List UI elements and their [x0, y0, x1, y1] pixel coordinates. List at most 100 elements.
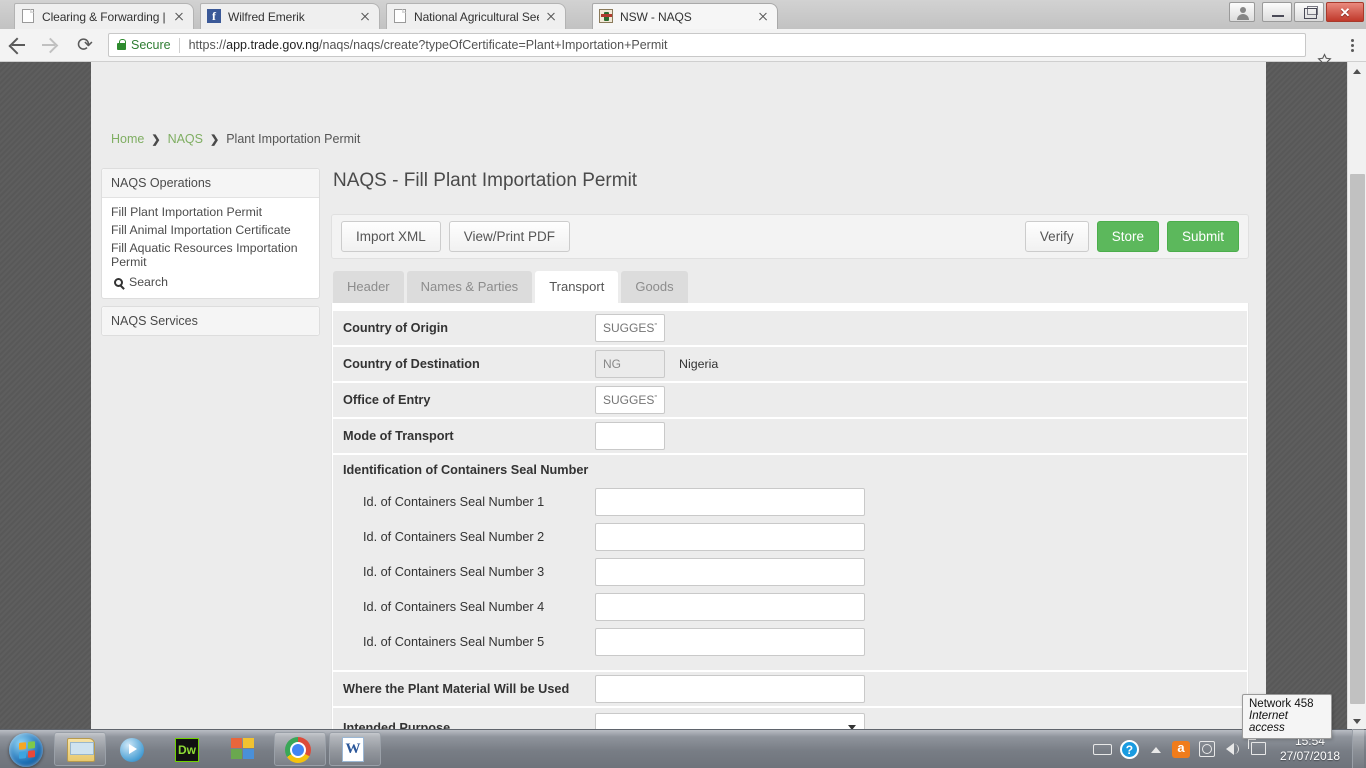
- browser-tab-4-active[interactable]: NSW - NAQS: [592, 3, 778, 29]
- chrome-menu-icon[interactable]: [1338, 37, 1366, 54]
- show-desktop-button[interactable]: [1352, 729, 1364, 768]
- verify-button[interactable]: Verify: [1024, 221, 1089, 252]
- picture-viewer-icon: [231, 738, 256, 761]
- taskbar-item-microsoft-word[interactable]: [329, 732, 381, 766]
- close-tab-icon[interactable]: [357, 9, 373, 25]
- browser-tab-3[interactable]: National Agricultural See: [386, 3, 566, 29]
- sidebar-item-fill-aquatic-resources-importation-permit[interactable]: Fill Aquatic Resources Importation Permi…: [102, 239, 319, 271]
- field-row-container-seal-3: Id. of Containers Seal Number 3: [343, 555, 1237, 589]
- taskbar-item-picture-viewer[interactable]: [219, 732, 271, 766]
- field-label: Id. of Containers Seal Number 3: [363, 565, 545, 579]
- taskbar: Dw ? 15:54 27/07/2018: [0, 729, 1366, 768]
- user-profile-button[interactable]: [1229, 2, 1255, 22]
- start-button[interactable]: [3, 731, 51, 768]
- network-tooltip: Network 458 Internet access: [1242, 694, 1332, 739]
- field-label: Id. of Containers Seal Number 2: [363, 530, 545, 544]
- network-icon[interactable]: [1246, 737, 1272, 761]
- action-toolbar: Import XML View/Print PDF Verify Store S…: [331, 214, 1249, 259]
- search-icon: [114, 277, 123, 287]
- sidebar-panel-services[interactable]: NAQS Services: [101, 306, 320, 336]
- antivirus-icon[interactable]: [1168, 737, 1194, 761]
- field-row-container-seal-1: Id. of Containers Seal Number 1: [343, 485, 1237, 519]
- tab-transport[interactable]: Transport: [535, 271, 619, 303]
- browser-tab-title: Wilfred Emerik: [228, 9, 305, 24]
- windows-logo-icon: [19, 740, 35, 759]
- window-controls: ✕: [1227, 1, 1364, 23]
- show-hidden-icons-icon[interactable]: [1142, 737, 1168, 761]
- chrome-icon: [285, 737, 311, 763]
- volume-icon[interactable]: [1220, 737, 1246, 761]
- where-plant-material-will-be-used-input[interactable]: [595, 675, 865, 703]
- country-of-origin-input[interactable]: [595, 314, 665, 342]
- breadcrumb: Home ❯ NAQS ❯ Plant Importation Permit: [111, 132, 360, 146]
- sidebar-item-search[interactable]: Search: [102, 271, 319, 291]
- field-row-container-seal-2: Id. of Containers Seal Number 2: [343, 520, 1237, 554]
- url-scheme: https://: [188, 38, 227, 52]
- field-row-intended-purpose: Intended Purpose: [333, 708, 1247, 729]
- scroll-up-arrow-icon[interactable]: [1348, 62, 1366, 79]
- breadcrumb-naqs[interactable]: NAQS: [168, 132, 203, 146]
- browser-tab-2[interactable]: f Wilfred Emerik: [200, 3, 380, 29]
- field-row-where-plant-material-used: Where the Plant Material Will be Used: [333, 672, 1247, 706]
- sidebar-item-fill-plant-importation-permit[interactable]: Fill Plant Importation Permit: [102, 203, 319, 221]
- reload-button[interactable]: ⟳: [68, 29, 102, 62]
- container-seal-number-2-input[interactable]: [595, 523, 865, 551]
- import-xml-button[interactable]: Import XML: [341, 221, 441, 252]
- sidebar-heading-services: NAQS Services: [102, 307, 319, 335]
- taskbar-item-file-explorer[interactable]: [54, 732, 106, 766]
- keyboard-icon[interactable]: [1090, 737, 1116, 761]
- media-player-icon: [120, 738, 144, 762]
- close-tab-icon[interactable]: [755, 9, 771, 25]
- scrollbar-thumb[interactable]: [1350, 174, 1365, 704]
- store-button[interactable]: Store: [1096, 221, 1159, 252]
- word-icon: [342, 737, 364, 762]
- tab-goods[interactable]: Goods: [621, 271, 688, 303]
- facebook-icon: f: [207, 9, 221, 24]
- minimize-button[interactable]: [1262, 2, 1292, 22]
- sidebar-panel-operations: NAQS Operations Fill Plant Importation P…: [101, 168, 320, 299]
- scroll-down-arrow-icon[interactable]: [1348, 712, 1366, 729]
- tooltip-line-2: Internet access: [1249, 710, 1288, 734]
- container-seal-number-5-input[interactable]: [595, 628, 865, 656]
- main-content: NAQS - Fill Plant Importation Permit Imp…: [331, 170, 1249, 729]
- taskbar-item-windows-media-player[interactable]: [109, 732, 161, 766]
- country-of-destination-input[interactable]: [595, 350, 665, 378]
- field-label: Intended Purpose: [343, 721, 451, 729]
- taskbar-item-dreamweaver[interactable]: Dw: [164, 732, 216, 766]
- container-seal-number-1-input[interactable]: [595, 488, 865, 516]
- back-button[interactable]: [0, 29, 34, 62]
- close-tab-icon[interactable]: [543, 9, 559, 25]
- containers-seal-number-group: Identification of Containers Seal Number…: [333, 455, 1247, 670]
- breadcrumb-home[interactable]: Home: [111, 132, 144, 146]
- container-seal-number-3-input[interactable]: [595, 558, 865, 586]
- omnibox-divider: [178, 37, 180, 53]
- view-print-pdf-button[interactable]: View/Print PDF: [448, 221, 571, 252]
- coat-of-arms-icon: [599, 9, 613, 24]
- taskbar-item-google-chrome[interactable]: [274, 732, 326, 766]
- mode-of-transport-input[interactable]: [595, 422, 665, 450]
- close-tab-icon[interactable]: [171, 9, 187, 25]
- address-bar[interactable]: Secure https://app.trade.gov.ng/naqs/naq…: [108, 33, 1306, 57]
- restore-button[interactable]: [1294, 2, 1324, 22]
- field-row-container-seal-4: Id. of Containers Seal Number 4: [343, 590, 1237, 624]
- browser-toolbar: ⟳ Secure https://app.trade.gov.ng/naqs/n…: [0, 29, 1366, 67]
- field-label: Id. of Containers Seal Number 4: [363, 600, 545, 614]
- sidebar-operations-list: Fill Plant Importation Permit Fill Anima…: [102, 198, 319, 298]
- intended-purpose-select[interactable]: [595, 713, 865, 729]
- container-seal-number-4-input[interactable]: [595, 593, 865, 621]
- help-icon[interactable]: ?: [1116, 737, 1142, 761]
- page-scrollbar-vertical[interactable]: [1347, 62, 1366, 729]
- tab-header[interactable]: Header: [333, 271, 404, 303]
- browser-tab-1[interactable]: Clearing & Forwarding | T: [14, 3, 194, 29]
- field-label: Country of Origin: [343, 321, 449, 335]
- action-center-icon[interactable]: [1194, 737, 1220, 761]
- sidebar-item-fill-animal-importation-certificate[interactable]: Fill Animal Importation Certificate: [102, 221, 319, 239]
- office-of-entry-input[interactable]: [595, 386, 665, 414]
- url-host: app.trade.gov.ng: [226, 38, 320, 52]
- close-window-button[interactable]: ✕: [1326, 2, 1364, 22]
- forward-button[interactable]: [34, 29, 68, 62]
- tab-names-and-parties[interactable]: Names & Parties: [406, 271, 533, 303]
- submit-button[interactable]: Submit: [1166, 221, 1239, 252]
- sidebar: NAQS Operations Fill Plant Importation P…: [101, 168, 320, 343]
- action-toolbar-left: Import XML View/Print PDF: [341, 221, 571, 252]
